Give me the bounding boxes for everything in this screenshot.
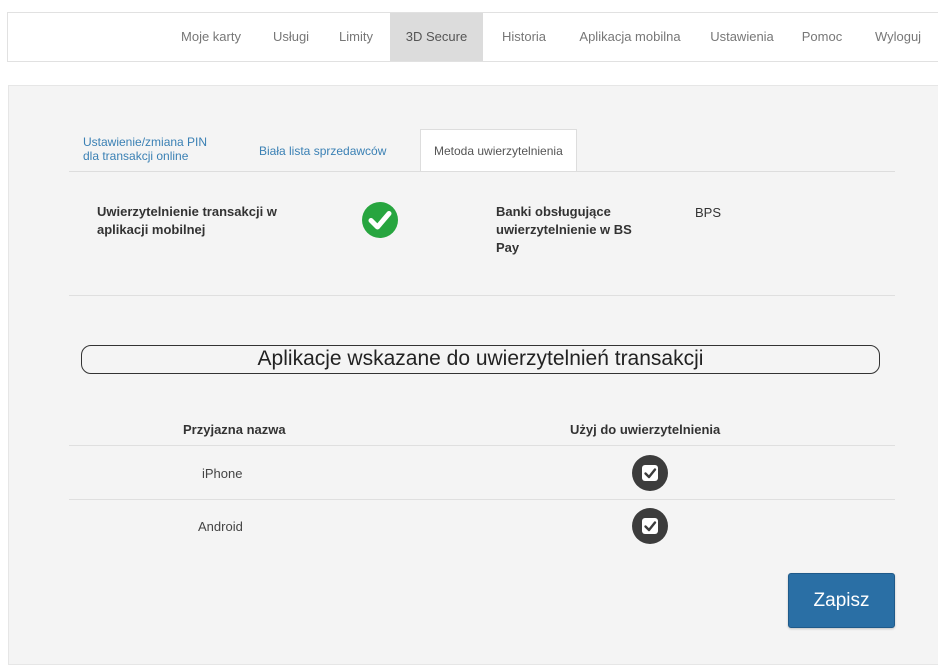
main-panel: Ustawienie/zmiana PIN dla transakcji onl… [8,85,938,665]
tab-pin-line2: dla transakcji online [83,149,189,163]
nav-item-moje-karty[interactable]: Moje karty [168,13,254,61]
column-header-name: Przyjazna nazwa [183,422,286,437]
nav-item-wyloguj[interactable]: Wyloguj [863,13,933,61]
app-name: iPhone [202,466,243,481]
nav-item-historia[interactable]: Historia [488,13,560,61]
row-divider [69,499,895,500]
nav-item-3d-secure[interactable]: 3D Secure [390,13,483,61]
app-name: Android [198,519,243,534]
tab-whitelist[interactable]: Biała lista sprzedawców [259,144,386,158]
tab-underline [69,171,895,172]
check-icon [362,202,398,238]
mobile-auth-label-line2: aplikacji mobilnej [97,222,206,237]
apps-section-title: Aplikacje wskazane do uwierzytelnień tra… [81,345,880,374]
column-header-use: Użyj do uwierzytelnienia [570,422,721,437]
use-for-auth-checkbox[interactable] [632,508,668,544]
nav-item-ustawienia[interactable]: Ustawienia [700,13,784,61]
use-for-auth-checkbox[interactable] [632,455,668,491]
nav-item-aplikacja-mobilna[interactable]: Aplikacja mobilna [568,13,692,61]
nav-item-pomoc[interactable]: Pomoc [794,13,850,61]
banks-label-line2: uwierzytelnienie w BS [496,222,632,237]
banks-label-line3: Pay [496,240,520,255]
tab-auth-method[interactable]: Metoda uwierzytelnienia [420,129,577,172]
tab-pin[interactable]: Ustawienie/zmiana PIN dla transakcji onl… [83,135,207,163]
top-navigation: Moje karty Usługi Limity 3D Secure Histo… [7,12,938,62]
banks-value: BPS [695,205,722,220]
banks-label-line1: Banki obsługujące [496,204,611,219]
banks-label: Banki obsługujące uwierzytelnienie w BS … [496,203,632,257]
divider [69,295,895,296]
save-button[interactable]: Zapisz [788,573,895,628]
nav-item-limity[interactable]: Limity [331,13,381,61]
mobile-auth-label-line1: Uwierzytelnienie transakcji w [97,204,277,219]
table-header-divider [69,445,895,446]
nav-item-uslugi[interactable]: Usługi [264,13,318,61]
tab-pin-line1: Ustawienie/zmiana PIN [83,135,208,149]
mobile-auth-label: Uwierzytelnienie transakcji w aplikacji … [97,203,277,239]
